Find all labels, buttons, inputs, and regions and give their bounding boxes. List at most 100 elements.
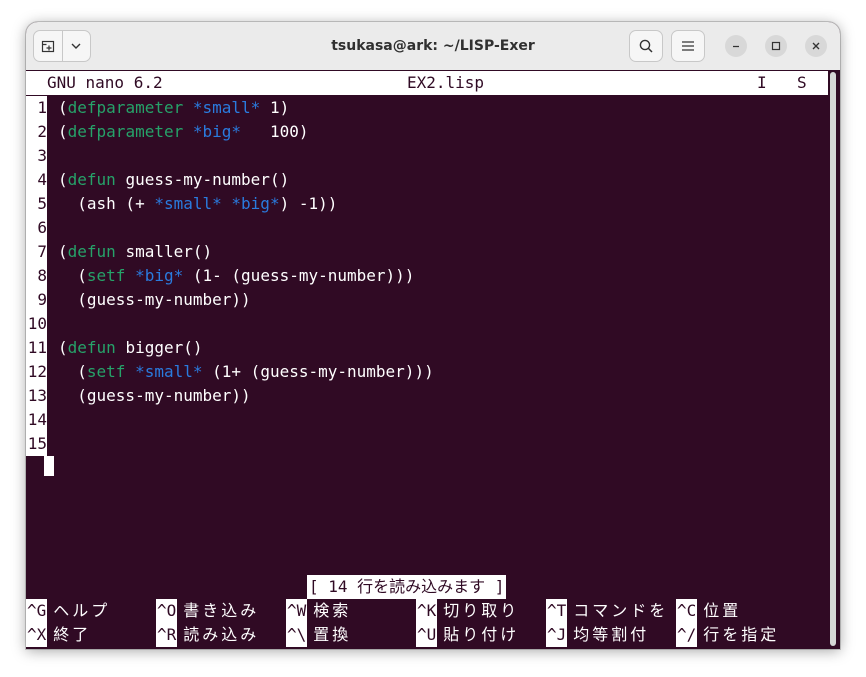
shortcut-label: 置換 [313, 625, 352, 644]
main-menu-button[interactable] [671, 30, 705, 62]
code-text: (1+ (guess-my-number))) [202, 362, 434, 381]
code-line[interactable]: (defun guess-my-number() [58, 168, 289, 192]
code-line[interactable]: (defun bigger() [58, 336, 203, 360]
line-number: 11 [26, 336, 47, 360]
code-variable: *big* [135, 266, 184, 285]
code-keyword: setf [86, 362, 126, 381]
shortcut-key: ^C [676, 599, 698, 623]
shortcut-item: ^W 検索 [286, 599, 351, 623]
shortcut-key: ^\ [286, 623, 308, 647]
line-number: 5 [26, 192, 47, 216]
code-text: (1- (guess-my-number))) [183, 266, 415, 285]
shortcut-label: 均等割付 [573, 625, 650, 644]
code-text: (guess-my-number)) [58, 290, 251, 309]
shortcut-key: ^O [156, 599, 178, 623]
code-keyword: defun [67, 338, 116, 357]
status-message: [ 14 行を読み込みます ] [307, 575, 507, 599]
code-text: ( [58, 242, 68, 261]
code-line[interactable]: (defparameter *small* 1) [58, 96, 289, 120]
code-text: smaller() [115, 242, 213, 261]
terminal-window: tsukasa@ark: ~/LISP-Exer GNU nano 6.2 EX… [26, 22, 840, 649]
code-variable: *small* [154, 194, 222, 213]
shortcut-key: ^K [416, 599, 438, 623]
shortcut-item: ^/ 行を指定 [676, 623, 779, 647]
text-cursor [44, 456, 54, 476]
code-line[interactable]: (defparameter *big* 100) [58, 120, 308, 144]
shortcut-label: 終了 [53, 625, 92, 644]
code-keyword: defun [67, 170, 116, 189]
code-line[interactable]: (defun smaller() [58, 240, 212, 264]
shortcut-label: ヘルプ [53, 601, 111, 620]
close-button[interactable] [805, 35, 827, 57]
line-number: 12 [26, 360, 47, 384]
scrollbar[interactable] [830, 72, 836, 646]
nano-version: GNU nano 6.2 [47, 73, 163, 92]
minimize-button[interactable] [725, 35, 747, 57]
code-line[interactable]: (guess-my-number)) [58, 384, 251, 408]
title-bar: tsukasa@ark: ~/LISP-Exer [26, 22, 840, 71]
code-text: ) -1)) [279, 194, 338, 213]
line-number: 6 [26, 216, 47, 240]
shortcut-label: 読み込み [183, 625, 260, 644]
shortcut-label: 行を指定 [703, 625, 780, 644]
shortcut-item: ^G ヘルプ [26, 599, 110, 623]
shortcut-label: 検索 [313, 601, 352, 620]
shortcut-label: コマンドを [573, 601, 669, 620]
shortcut-label: 貼り付け [443, 625, 520, 644]
minimize-icon [733, 45, 739, 48]
code-keyword: setf [86, 266, 126, 285]
line-number: 13 [26, 384, 47, 408]
code-text: 100) [241, 122, 309, 141]
shortcut-key: ^J [546, 623, 568, 647]
code-keyword: defparameter [67, 122, 184, 141]
shortcut-item: ^R 読み込み [156, 623, 259, 647]
code-variable: *big* [192, 122, 242, 141]
shortcut-item: ^K 切り取り [416, 599, 519, 623]
code-line[interactable]: (guess-my-number)) [58, 288, 251, 312]
nano-flag-indent: I [757, 73, 767, 92]
maximize-button[interactable] [765, 35, 787, 57]
code-line[interactable]: (setf *big* (1- (guess-my-number))) [58, 264, 414, 288]
shortcut-key: ^U [416, 623, 438, 647]
shortcut-label: 切り取り [443, 601, 520, 620]
code-variable: *big* [231, 194, 280, 213]
shortcut-item: ^\ 置換 [286, 623, 351, 647]
terminal-content[interactable]: GNU nano 6.2 EX2.lisp I S 1 (defparameter… [26, 70, 840, 649]
code-text: ( [58, 98, 68, 117]
line-number: 7 [26, 240, 47, 264]
shortcut-item: ^T コマンドを [546, 599, 668, 623]
code-text: ( [58, 122, 68, 141]
line-number: 1 [26, 96, 47, 120]
code-text: ( [58, 338, 68, 357]
search-button[interactable] [629, 30, 663, 62]
nano-filename: EX2.lisp [407, 73, 485, 92]
line-number: 14 [26, 408, 47, 432]
code-text: ( [58, 362, 87, 381]
code-variable: *small* [135, 362, 203, 381]
code-line[interactable]: (setf *small* (1+ (guess-my-number))) [58, 360, 434, 384]
code-line[interactable]: (ash (+ *small* *big*) -1)) [58, 192, 337, 216]
line-number: 4 [26, 168, 47, 192]
line-number: 2 [26, 120, 47, 144]
line-number: 10 [26, 312, 47, 336]
shortcut-item: ^J 均等割付 [546, 623, 649, 647]
code-variable: *small* [192, 98, 261, 117]
line-number: 9 [26, 288, 47, 312]
shortcut-item: ^C 位置 [676, 599, 741, 623]
code-text: (guess-my-number)) [58, 386, 251, 405]
code-keyword: defparameter [67, 98, 184, 117]
code-text: guess-my-number() [115, 170, 290, 189]
line-number: 8 [26, 264, 47, 288]
line-number: 15 [26, 432, 47, 456]
code-keyword: defun [67, 242, 116, 261]
shortcut-item: ^U 貼り付け [416, 623, 519, 647]
nano-flag-softwrap: S [797, 73, 807, 92]
window-title: tsukasa@ark: ~/LISP-Exer [331, 38, 535, 54]
maximize-icon [771, 41, 781, 51]
shortcut-key: ^R [156, 623, 178, 647]
shortcut-item: ^X 終了 [26, 623, 91, 647]
